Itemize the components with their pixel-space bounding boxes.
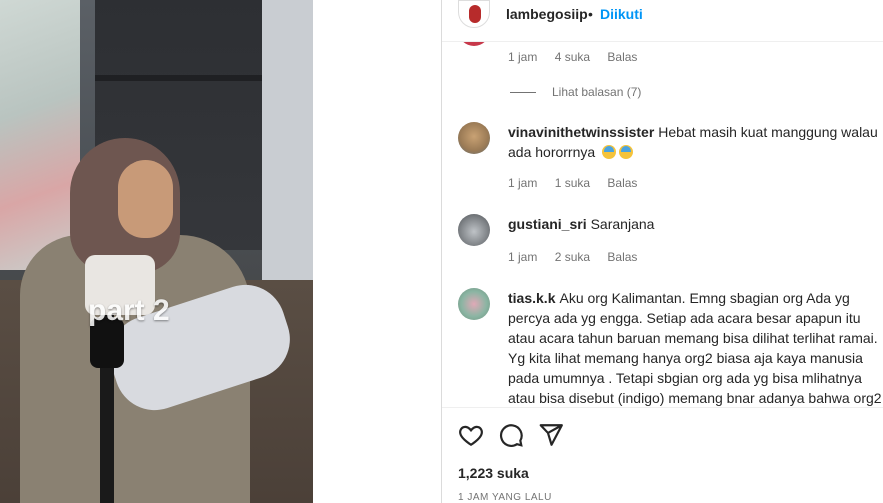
comments-list[interactable]: 1 jam 4 suka Balas Lihat balasan (7) vin… xyxy=(442,42,883,407)
header-separator: • xyxy=(588,6,593,22)
speaker-face xyxy=(118,160,173,238)
header-username[interactable]: lambegosiip xyxy=(506,6,588,22)
comment-likes[interactable]: 4 suka xyxy=(555,50,590,64)
comment-likes[interactable]: 2 suka xyxy=(555,250,590,264)
comment-username[interactable]: tias.k.k xyxy=(508,290,555,306)
comment-username[interactable]: gustiani_sri xyxy=(508,216,587,232)
comment-meta: 1 jam 4 suka Balas xyxy=(508,50,651,64)
comment-bubble-icon[interactable] xyxy=(498,422,524,448)
comment-avatar[interactable] xyxy=(458,42,490,46)
replies-divider xyxy=(510,91,536,93)
blank-space xyxy=(313,0,441,503)
following-button[interactable]: Diikuti xyxy=(600,6,643,22)
view-replies-label: Lihat balasan (7) xyxy=(552,85,642,99)
share-send-icon[interactable] xyxy=(538,422,564,448)
comment-likes[interactable]: 1 suka xyxy=(555,176,590,190)
view-replies-button[interactable]: Lihat balasan (7) xyxy=(510,85,641,99)
reply-button[interactable]: Balas xyxy=(607,176,637,190)
post-header: lambegosiip • Diikuti xyxy=(442,0,883,42)
comment-time: 1 jam xyxy=(508,250,538,264)
comment-time: 1 jam xyxy=(508,50,538,64)
fearful-face-emoji xyxy=(619,145,634,159)
profile-avatar[interactable] xyxy=(458,0,490,28)
shelf-board xyxy=(95,75,270,81)
reply-button[interactable]: Balas xyxy=(607,250,637,264)
comment-avatar[interactable] xyxy=(458,122,490,154)
comment-text: gustiani_sri Saranjana xyxy=(508,214,883,234)
wall-painting xyxy=(0,0,80,270)
post-video[interactable]: part 2 xyxy=(0,0,313,503)
comment-time: 1 jam xyxy=(508,176,538,190)
comment-meta: 1 jam 1 suka Balas xyxy=(508,176,651,190)
video-caption: part 2 xyxy=(88,294,170,327)
comment-avatar[interactable] xyxy=(458,288,490,320)
post-actions: 1,223 suka 1 JAM YANG LALU xyxy=(442,407,883,503)
comment-text: vinavinithetwinssister Hebat masih kuat m… xyxy=(508,122,883,162)
like-heart-icon[interactable] xyxy=(458,422,484,448)
post-panel: lambegosiip • Diikuti 1 jam 4 suka Balas… xyxy=(441,0,883,503)
comment-text: tias.k.k Aku org Kalimantan. Emng sbagian… xyxy=(508,288,883,407)
fearful-face-emoji xyxy=(602,145,617,159)
comment-body: Aku org Kalimantan. Emng sbagian org Ada… xyxy=(508,290,882,406)
comment-meta: 1 jam 2 suka Balas xyxy=(508,250,651,264)
comment-body: Saranjana xyxy=(590,216,655,232)
comment-avatar[interactable] xyxy=(458,214,490,246)
reply-button[interactable]: Balas xyxy=(607,50,637,64)
post-timestamp[interactable]: 1 JAM YANG LALU xyxy=(458,492,552,503)
likes-count[interactable]: 1,223 suka xyxy=(458,465,529,481)
comment-username[interactable]: vinavinithetwinssister xyxy=(508,124,654,140)
